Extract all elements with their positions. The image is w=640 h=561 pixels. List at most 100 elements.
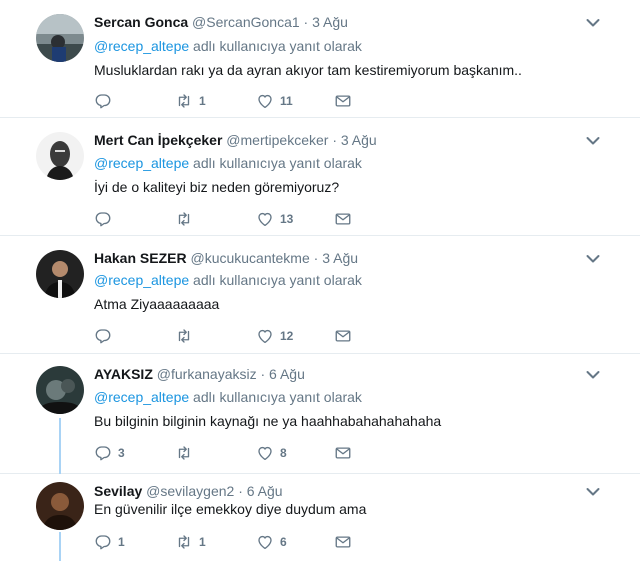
chevron-down-icon[interactable] (586, 136, 600, 146)
mention-link[interactable]: @recep_altepe (94, 38, 189, 54)
author-name[interactable]: AYAKSIZ (94, 366, 153, 382)
author-handle[interactable]: @kucukucantekme (190, 250, 309, 266)
retweet-button[interactable] (175, 443, 199, 463)
chevron-down-icon[interactable] (586, 370, 600, 380)
reply-icon (94, 92, 112, 110)
reply-button[interactable]: 3 (94, 443, 125, 463)
tweet[interactable]: Mert Can İpekçeker @mertipekceker · 3 Ağ… (0, 118, 640, 236)
like-button[interactable]: 12 (256, 326, 293, 346)
separator-dot: · (303, 14, 309, 30)
author-handle[interactable]: @SercanGonca1 (192, 14, 300, 30)
retweet-icon (175, 533, 193, 551)
envelope-icon (334, 210, 352, 228)
separator-dot: · (313, 250, 319, 266)
thread-connector (59, 532, 61, 561)
envelope-icon (334, 327, 352, 345)
tweet-header: AYAKSIZ @furkanayaksiz · 6 Ağu (94, 366, 305, 382)
mention-link[interactable]: @recep_altepe (94, 155, 189, 171)
heart-icon (256, 92, 274, 110)
chevron-down-icon[interactable] (586, 254, 600, 264)
tweet-actions: 1 1 6 (94, 532, 364, 552)
like-button[interactable]: 11 (256, 91, 293, 111)
retweet-icon (175, 210, 193, 228)
timestamp[interactable]: 3 Ağu (312, 14, 348, 30)
author-handle[interactable]: @sevilaygen2 (146, 483, 234, 499)
heart-icon (256, 327, 274, 345)
timestamp[interactable]: 3 Ağu (322, 250, 358, 266)
avatar[interactable] (36, 14, 84, 62)
author-name[interactable]: Mert Can İpekçeker (94, 132, 222, 148)
reply-button[interactable] (94, 209, 118, 229)
envelope-icon (334, 444, 352, 462)
reply-context-text: adlı kullanıcıya yanıt olarak (189, 389, 362, 405)
tweet[interactable]: Sevilay @sevilaygen2 · 6 Ağu En güvenili… (0, 474, 640, 561)
reply-context: @recep_altepe adlı kullanıcıya yanıt ola… (94, 272, 362, 288)
dm-button[interactable] (334, 443, 352, 463)
dm-button[interactable] (334, 326, 352, 346)
avatar[interactable] (36, 366, 84, 414)
retweet-button[interactable] (175, 209, 199, 229)
tweet-text: Atma Ziyaaaaaaaaa (94, 296, 220, 312)
tweet-actions: 12 (94, 326, 364, 346)
retweet-button[interactable] (175, 326, 199, 346)
retweet-icon (175, 92, 193, 110)
like-count: 12 (280, 329, 294, 343)
reply-icon (94, 327, 112, 345)
reply-icon (94, 444, 112, 462)
reply-context-text: adlı kullanıcıya yanıt olarak (189, 155, 362, 171)
like-button[interactable]: 8 (256, 443, 287, 463)
avatar[interactable] (36, 250, 84, 298)
tweet[interactable]: Hakan SEZER @kucukucantekme · 3 Ağu @rec… (0, 236, 640, 354)
reply-button[interactable] (94, 91, 118, 111)
like-button[interactable]: 13 (256, 209, 293, 229)
tweet-header: Mert Can İpekçeker @mertipekceker · 3 Ağ… (94, 132, 377, 148)
tweet[interactable]: AYAKSIZ @furkanayaksiz · 6 Ağu @recep_al… (0, 354, 640, 474)
reply-button[interactable]: 1 (94, 532, 125, 552)
reply-context: @recep_altepe adlı kullanıcıya yanıt ola… (94, 155, 362, 171)
like-count: 11 (280, 94, 293, 108)
separator-dot: · (260, 366, 266, 382)
like-count: 8 (280, 446, 287, 460)
chevron-down-icon[interactable] (586, 487, 600, 497)
dm-button[interactable] (334, 91, 352, 111)
tweet-header: Sercan Gonca @SercanGonca1 · 3 Ağu (94, 14, 348, 30)
mention-link[interactable]: @recep_altepe (94, 389, 189, 405)
reply-count: 1 (118, 535, 125, 549)
like-button[interactable]: 6 (256, 532, 287, 552)
tweet-text: Musluklardan rakı ya da ayran akıyor tam… (94, 62, 522, 78)
tweet-header: Sevilay @sevilaygen2 · 6 Ağu (94, 483, 283, 499)
retweet-count: 1 (199, 94, 206, 108)
author-name[interactable]: Hakan SEZER (94, 250, 187, 266)
retweet-count: 1 (199, 535, 206, 549)
tweet-text: Bu bilginin bilginin kaynağı ne ya haahh… (94, 413, 442, 429)
retweet-icon (175, 444, 193, 462)
mention-link[interactable]: @recep_altepe (94, 272, 189, 288)
tweet[interactable]: Sercan Gonca @SercanGonca1 · 3 Ağu @rece… (0, 0, 640, 118)
reply-context: @recep_altepe adlı kullanıcıya yanıt ola… (94, 389, 362, 405)
tweet-actions: 1 11 (94, 91, 364, 111)
timestamp[interactable]: 6 Ağu (269, 366, 305, 382)
thread-connector (59, 418, 61, 474)
timestamp[interactable]: 3 Ağu (341, 132, 377, 148)
reply-icon (94, 210, 112, 228)
separator-dot: · (238, 483, 243, 499)
reply-button[interactable] (94, 326, 118, 346)
avatar[interactable] (36, 482, 84, 530)
dm-button[interactable] (334, 209, 352, 229)
avatar[interactable] (36, 132, 84, 180)
envelope-icon (334, 92, 352, 110)
author-name[interactable]: Sercan Gonca (94, 14, 188, 30)
chevron-down-icon[interactable] (586, 18, 600, 28)
timestamp[interactable]: 6 Ağu (247, 483, 283, 499)
like-count: 6 (280, 535, 287, 549)
like-count: 13 (280, 212, 294, 226)
tweet-actions: 3 8 (94, 443, 364, 463)
retweet-button[interactable]: 1 (175, 91, 206, 111)
author-name[interactable]: Sevilay (94, 483, 142, 499)
retweet-button[interactable]: 1 (175, 532, 206, 552)
reply-context-text: adlı kullanıcıya yanıt olarak (189, 38, 362, 54)
dm-button[interactable] (334, 532, 352, 552)
author-handle[interactable]: @mertipekceker (226, 132, 328, 148)
heart-icon (256, 533, 274, 551)
author-handle[interactable]: @furkanayaksiz (157, 366, 257, 382)
